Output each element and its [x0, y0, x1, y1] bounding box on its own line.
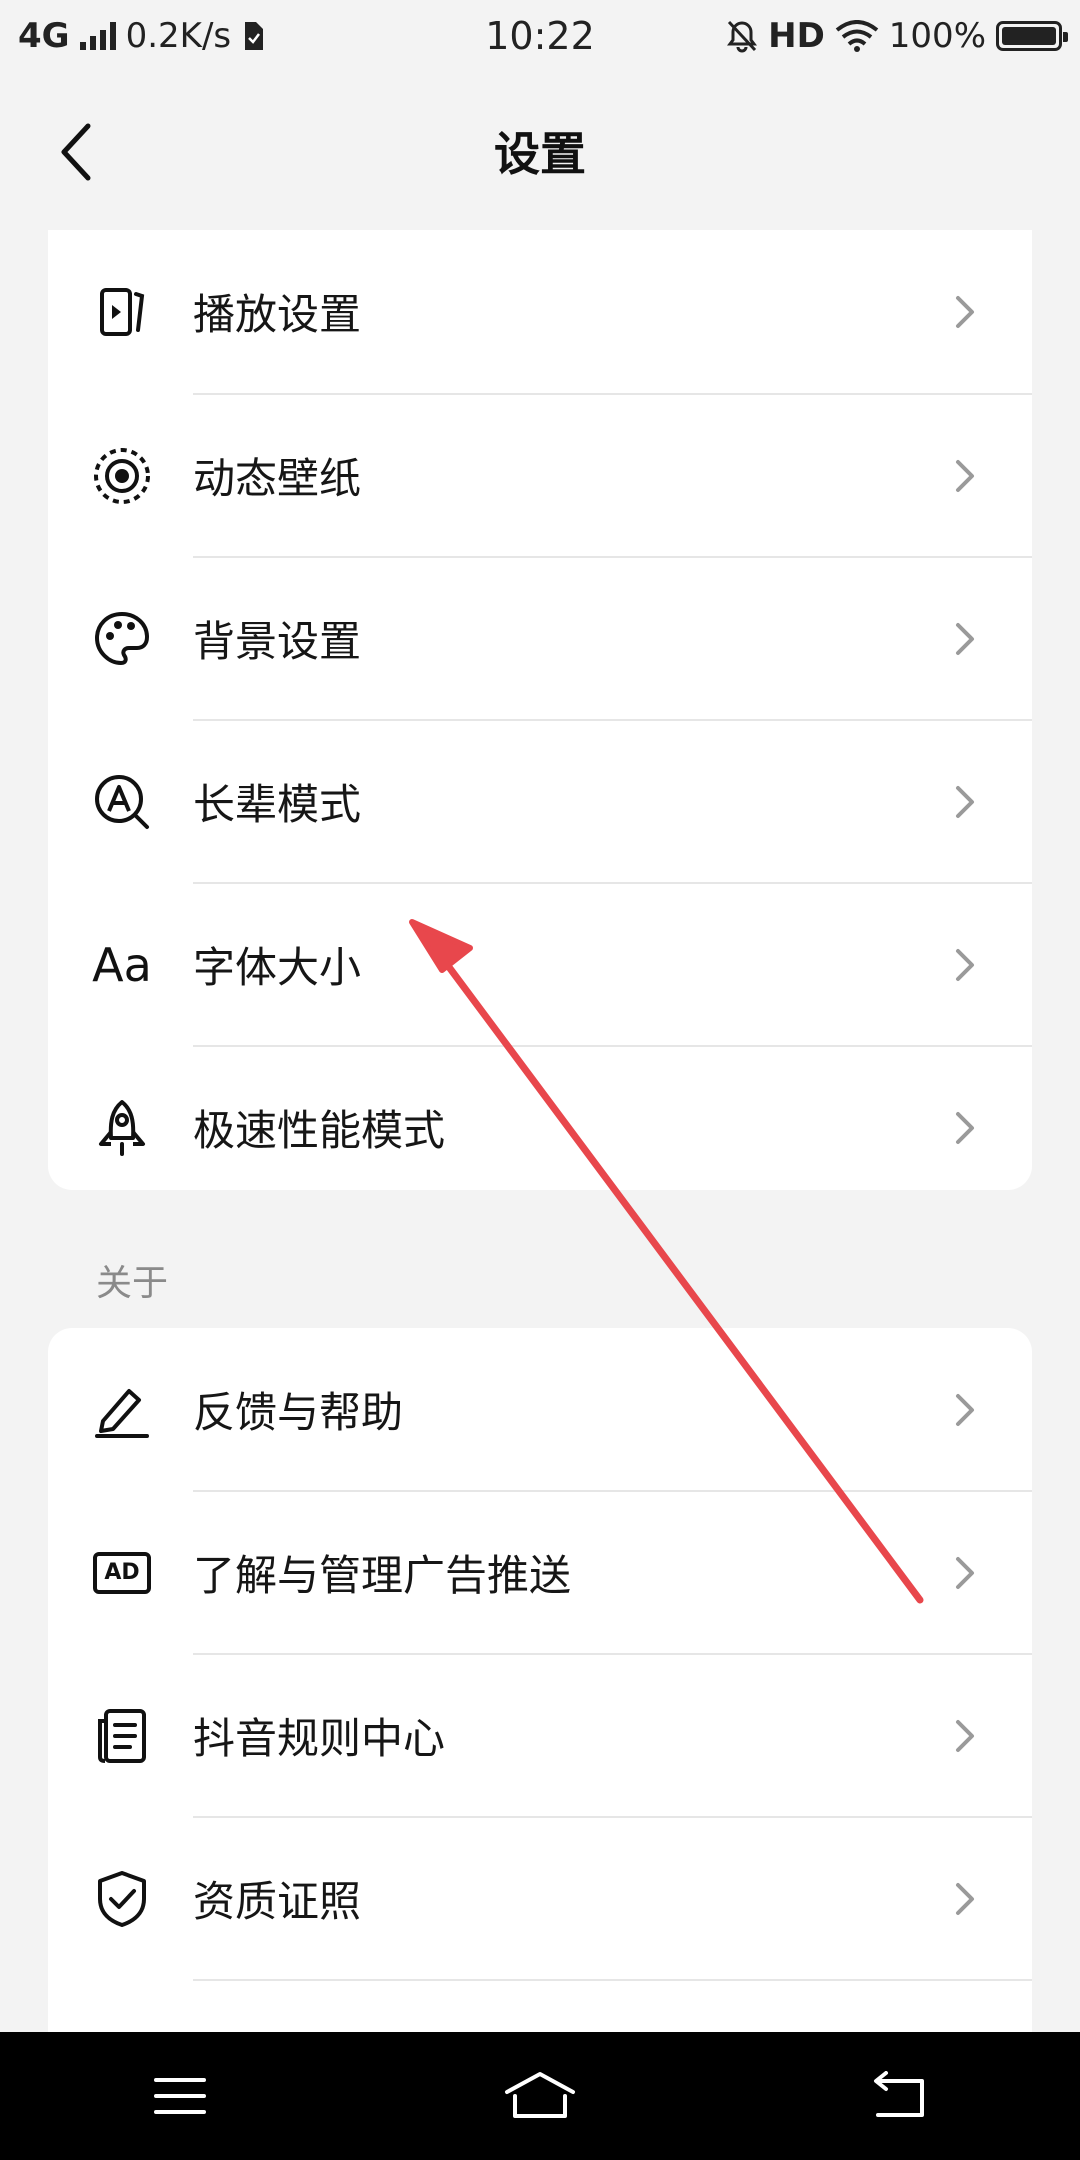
ad-glyph: AD	[104, 1560, 140, 1585]
chevron-right-icon	[950, 945, 980, 985]
nav-back-button[interactable]	[840, 2051, 960, 2141]
font-size-glyph: Aa	[92, 937, 152, 992]
row-ad-management[interactable]: AD 了解与管理广告推送	[48, 1491, 1032, 1654]
row-label: 长辈模式	[193, 780, 362, 829]
back-arrow-icon	[61, 123, 91, 181]
row-rules-center[interactable]: 抖音规则中心	[48, 1654, 1032, 1817]
row-label: 背景设置	[193, 617, 362, 666]
pen-icon	[92, 1380, 152, 1440]
row-label: 抖音规则中心	[193, 1714, 446, 1763]
document-icon	[92, 1706, 152, 1766]
status-left: 4G 0.2K/s	[18, 16, 265, 56]
return-icon	[874, 2071, 924, 2117]
network-type: 4G	[18, 16, 70, 56]
elder-mode-icon	[92, 772, 152, 832]
hd-indicator: HD	[768, 16, 825, 56]
row-play-settings[interactable]: 播放设置	[48, 230, 1032, 393]
settings-card-general: 播放设置 动态壁纸 背景设置 长辈模式 Aa 字体大小 极速性能模式	[48, 230, 1032, 1190]
row-qualifications[interactable]: 资质证照	[48, 1817, 1032, 1980]
home-icon	[505, 2072, 575, 2118]
menu-button[interactable]	[120, 2051, 240, 2141]
row-label: 极速性能模式	[193, 1106, 446, 1155]
back-button[interactable]	[46, 112, 106, 192]
status-right: HD 100%	[726, 16, 1068, 56]
settings-content[interactable]: 播放设置 动态壁纸 背景设置 长辈模式 Aa 字体大小 极速性能模式 关于 反馈…	[0, 230, 1080, 2032]
live-wallpaper-icon	[92, 446, 152, 506]
shield-check-icon	[92, 1869, 152, 1929]
chevron-right-icon	[950, 1716, 980, 1756]
chevron-right-icon	[950, 1879, 980, 1919]
signal-icon	[79, 22, 116, 50]
row-feedback-help[interactable]: 反馈与帮助	[48, 1328, 1032, 1491]
settings-card-about: 反馈与帮助 AD 了解与管理广告推送 抖音规则中心 资质证照	[48, 1328, 1032, 2032]
row-performance-mode[interactable]: 极速性能模式	[48, 1046, 1032, 1190]
system-nav-bar	[0, 2032, 1080, 2160]
page-title: 设置	[494, 127, 586, 181]
chevron-right-icon	[950, 456, 980, 496]
ad-icon: AD	[92, 1543, 152, 1603]
chevron-right-icon	[950, 782, 980, 822]
row-background-settings[interactable]: 背景设置	[48, 557, 1032, 720]
battery-percent: 100%	[888, 16, 986, 56]
chevron-right-icon	[950, 619, 980, 659]
mute-bell-icon	[727, 20, 758, 53]
wifi-icon	[835, 20, 879, 52]
row-partial-next[interactable]	[48, 1980, 1032, 2032]
row-label: 字体大小	[193, 943, 362, 992]
font-size-icon: Aa	[92, 935, 152, 995]
palette-icon	[92, 609, 152, 669]
battery-icon	[996, 21, 1068, 51]
row-label: 了解与管理广告推送	[193, 1551, 572, 1600]
sim-card-icon	[245, 22, 264, 50]
play-settings-icon	[92, 282, 152, 342]
header: 设置	[0, 72, 1080, 230]
chevron-right-icon	[950, 1553, 980, 1593]
rocket-icon	[92, 1098, 152, 1158]
status-bar: 4G 0.2K/s 10:22 HD 100%	[0, 0, 1080, 72]
row-label: 动态壁纸	[193, 454, 362, 503]
chevron-right-icon	[950, 1390, 980, 1430]
row-live-wallpaper[interactable]: 动态壁纸	[48, 394, 1032, 557]
row-elder-mode[interactable]: 长辈模式	[48, 720, 1032, 883]
home-button[interactable]	[480, 2051, 600, 2141]
chevron-right-icon	[950, 1108, 980, 1148]
row-label: 资质证照	[193, 1877, 362, 1926]
row-label: 播放设置	[193, 290, 362, 339]
network-speed: 0.2K/s	[125, 16, 232, 56]
row-font-size[interactable]: Aa 字体大小	[48, 883, 1032, 1046]
row-label: 反馈与帮助	[193, 1388, 404, 1437]
chevron-right-icon	[950, 292, 980, 332]
menu-icon	[154, 2078, 206, 2114]
section-title-about: 关于	[96, 1263, 169, 1304]
